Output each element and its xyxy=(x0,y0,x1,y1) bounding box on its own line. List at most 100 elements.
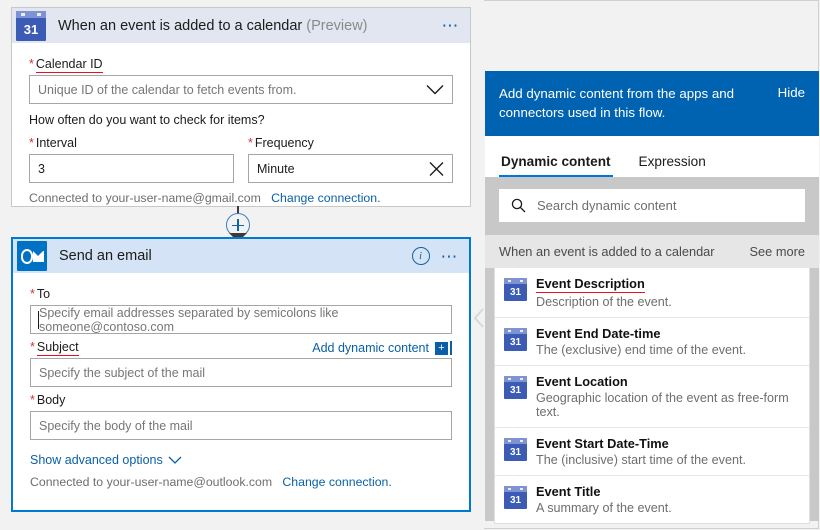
close-icon[interactable] xyxy=(429,161,444,176)
interval-label-wrap: * Interval xyxy=(29,136,77,150)
add-dynamic-content-label: Add dynamic content xyxy=(312,341,429,355)
action-header-actions: i ⋯ xyxy=(411,239,460,273)
hide-panel-button[interactable]: Hide xyxy=(778,84,805,100)
trigger-card-header: 31 When an event is added to a calendar … xyxy=(12,8,470,43)
show-advanced-options-button[interactable]: Show advanced options xyxy=(30,453,182,467)
calendar-id-field: * Calendar ID Unique ID of the calendar t… xyxy=(29,51,453,104)
frequency-label: Frequency xyxy=(254,136,314,150)
body-input[interactable]: Specify the body of the mail xyxy=(30,411,452,440)
to-placeholder: Specify email addresses separated by sem… xyxy=(39,305,339,334)
panel-search-area: Search dynamic content xyxy=(485,177,819,234)
calendar-icon-day: 31 xyxy=(509,287,522,298)
ellipsis-icon[interactable]: ⋯ xyxy=(442,17,461,34)
calendar-31-icon: 31 xyxy=(504,486,527,509)
list-item-text: Event Description Description of the eve… xyxy=(536,276,672,309)
calendar-31-icon: 31 xyxy=(504,328,527,351)
list-item[interactable]: 31 Event Description Description of the … xyxy=(495,268,809,318)
dynamic-content-name: Event Start Date-Time xyxy=(536,436,669,451)
subject-label-wrap: * Subject xyxy=(30,340,79,356)
list-item-text: Event Location Geographic location of th… xyxy=(536,374,800,419)
chevron-down-icon[interactable] xyxy=(426,84,444,95)
frequency-value: Minute xyxy=(257,161,295,176)
calendar-icon-day: 31 xyxy=(509,447,522,458)
trigger-card[interactable]: 31 When an event is added to a calendar … xyxy=(11,7,471,207)
interval-frequency-row: * Interval 3 * Frequency Minute xyxy=(29,130,453,183)
body-label: Body xyxy=(36,393,66,407)
trigger-preview-tag: (Preview) xyxy=(306,17,368,34)
ellipsis-icon[interactable]: ⋯ xyxy=(441,248,460,265)
list-item-text: Event Title A summary of the event. xyxy=(536,484,672,515)
list-item-text: Event Start Date-Time The (inclusive) st… xyxy=(536,436,746,467)
calendar-id-label-wrap: * Calendar ID xyxy=(29,57,103,73)
text-caret xyxy=(38,311,39,329)
info-icon[interactable]: i xyxy=(411,247,430,265)
list-item[interactable]: 31 Event Location Geographic location of… xyxy=(495,366,809,428)
calendar-icon-day: 31 xyxy=(23,21,39,37)
calendar-icon-day: 31 xyxy=(509,495,522,506)
outlook-icon xyxy=(17,241,47,271)
to-input[interactable]: Specify email addresses separated by sem… xyxy=(30,305,452,334)
check-frequency-question: How often do you want to check for items… xyxy=(29,113,265,127)
chevron-down-icon xyxy=(168,456,182,464)
see-more-button[interactable]: See more xyxy=(750,244,805,259)
dynamic-content-description: Description of the event. xyxy=(536,295,672,309)
search-dynamic-content-input[interactable]: Search dynamic content xyxy=(499,189,805,222)
trigger-card-title: When an event is added to a calendar (Pr… xyxy=(58,18,368,34)
calendar-id-input[interactable]: Unique ID of the calendar to fetch event… xyxy=(29,75,453,104)
to-field: * To Specify email addresses separated by… xyxy=(30,281,452,334)
action-change-connection-link[interactable]: Change connection. xyxy=(282,475,391,489)
dynamic-content-panel: Add dynamic content from the apps and co… xyxy=(485,71,819,524)
calendar-id-label: Calendar ID xyxy=(35,57,103,73)
add-step-connector[interactable] xyxy=(222,206,254,242)
action-card[interactable]: Send an email i ⋯ * To Specify email addr… xyxy=(11,237,471,512)
dynamic-content-description: A summary of the event. xyxy=(536,501,672,515)
list-item[interactable]: 31 Event Title A summary of the event. xyxy=(495,476,809,523)
frequency-input[interactable]: Minute xyxy=(248,154,453,183)
flow-designer-canvas: 31 When an event is added to a calendar … xyxy=(0,0,484,530)
interval-field: * Interval 3 xyxy=(29,130,234,183)
dynamic-content-name: Event End Date-time xyxy=(536,326,661,341)
action-card-header: Send an email i ⋯ xyxy=(13,239,469,273)
plus-icon-vertical xyxy=(237,219,239,231)
trigger-connection-line: Connected to your-user-name@gmail.com Ch… xyxy=(29,191,453,205)
action-connection-line: Connected to your-user-name@outlook.com … xyxy=(30,475,452,489)
subject-label-row: * Subject Add dynamic content + xyxy=(30,334,452,358)
trigger-header-actions: ⋯ xyxy=(442,8,461,43)
dynamic-content-description: The (exclusive) end time of the event. xyxy=(536,343,746,357)
chevron-left-icon[interactable] xyxy=(474,308,485,328)
frequency-label-wrap: * Frequency xyxy=(248,136,314,150)
plus-square-icon[interactable]: + xyxy=(435,341,452,355)
panel-header-text: Add dynamic content from the apps and co… xyxy=(499,86,735,120)
dynamic-content-name: Event Title xyxy=(536,484,601,499)
dynamic-content-name: Event Location xyxy=(536,374,628,389)
interval-value: 3 xyxy=(38,161,45,176)
panel-header: Add dynamic content from the apps and co… xyxy=(485,71,819,136)
list-item-text: Event End Date-time The (exclusive) end … xyxy=(536,326,746,357)
calendar-31-icon: 31 xyxy=(504,376,527,399)
list-item[interactable]: 31 Event End Date-time The (exclusive) e… xyxy=(495,318,809,366)
interval-input[interactable]: 3 xyxy=(29,154,234,183)
screenshot-root: 31 When an event is added to a calendar … xyxy=(0,0,820,530)
subject-label: Subject xyxy=(36,340,79,356)
tab-expression[interactable]: Expression xyxy=(637,154,708,177)
dynamic-content-group-header: When an event is added to a calendar See… xyxy=(485,234,819,268)
required-asterisk: * xyxy=(29,57,34,71)
body-field: * Body Specify the body of the mail xyxy=(30,387,452,440)
dynamic-content-list: 31 Event Description Description of the … xyxy=(494,268,810,524)
calendar-icon-day: 31 xyxy=(509,337,522,348)
group-title: When an event is added to a calendar xyxy=(499,244,715,259)
dynamic-content-name: Event Description xyxy=(536,276,645,293)
required-asterisk: * xyxy=(248,136,253,150)
calendar-icon-day: 31 xyxy=(509,385,522,396)
subject-input[interactable]: Specify the subject of the mail xyxy=(30,358,452,387)
list-item[interactable]: 31 Event Start Date-Time The (inclusive)… xyxy=(495,428,809,476)
search-placeholder: Search dynamic content xyxy=(537,198,677,213)
dynamic-content-description: The (inclusive) start time of the event. xyxy=(536,453,746,467)
tab-dynamic-content[interactable]: Dynamic content xyxy=(499,154,613,177)
trigger-change-connection-link[interactable]: Change connection. xyxy=(271,191,380,205)
trigger-card-body: * Calendar ID Unique ID of the calendar t… xyxy=(12,43,470,205)
add-dynamic-content-button[interactable]: Add dynamic content + xyxy=(312,341,452,355)
trigger-title-text: When an event is added to a calendar xyxy=(58,17,303,34)
body-placeholder: Specify the body of the mail xyxy=(39,418,193,433)
calendar-31-icon: 31 xyxy=(504,278,527,301)
